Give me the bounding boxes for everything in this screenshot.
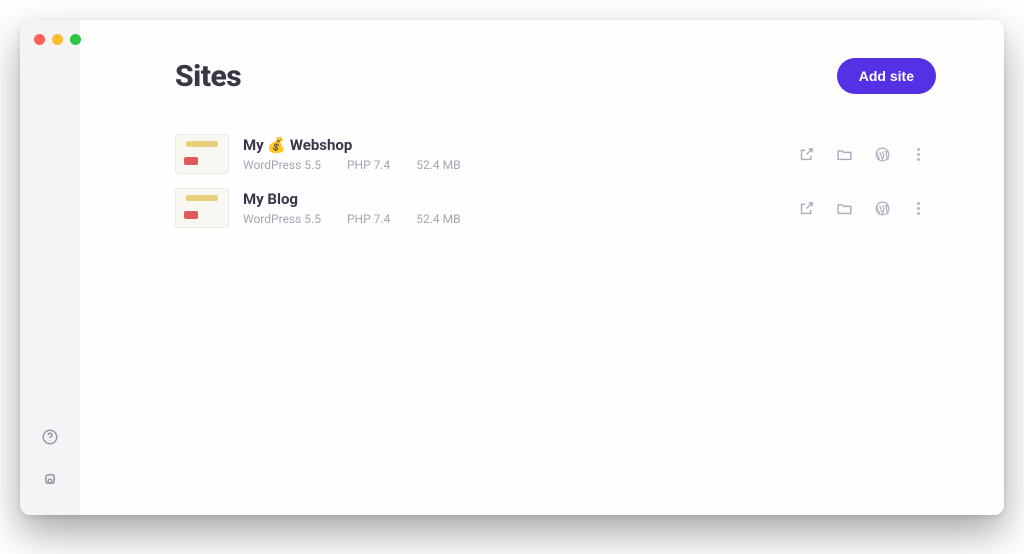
site-wordpress-version: WordPress 5.5 — [243, 158, 321, 172]
site-thumbnail — [175, 134, 229, 174]
site-php-version: PHP 7.4 — [347, 158, 390, 172]
site-actions — [797, 145, 926, 163]
close-window-button[interactable] — [34, 34, 45, 45]
add-site-button[interactable]: Add site — [837, 58, 936, 94]
app-window: Sites Add site My 💰 Webshop WordPress 5.… — [20, 20, 1004, 515]
folder-icon[interactable] — [835, 145, 853, 163]
site-php-version: PHP 7.4 — [347, 212, 390, 226]
open-external-icon[interactable] — [797, 199, 815, 217]
maximize-window-button[interactable] — [70, 34, 81, 45]
site-info: My 💰 Webshop WordPress 5.5 PHP 7.4 52.4 … — [243, 136, 783, 172]
site-actions — [797, 199, 926, 217]
open-external-icon[interactable] — [797, 145, 815, 163]
site-list: My 💰 Webshop WordPress 5.5 PHP 7.4 52.4 … — [175, 134, 936, 228]
site-thumbnail — [175, 188, 229, 228]
wordpress-icon[interactable] — [873, 145, 891, 163]
site-row[interactable]: My Blog WordPress 5.5 PHP 7.4 52.4 MB — [175, 188, 936, 228]
site-meta: WordPress 5.5 PHP 7.4 52.4 MB — [243, 212, 783, 226]
main-content: Sites Add site My 💰 Webshop WordPress 5.… — [80, 20, 1004, 515]
page-title: Sites — [175, 59, 241, 94]
site-wordpress-version: WordPress 5.5 — [243, 212, 321, 226]
folder-icon[interactable] — [835, 199, 853, 217]
site-size: 52.4 MB — [416, 158, 460, 172]
site-row[interactable]: My 💰 Webshop WordPress 5.5 PHP 7.4 52.4 … — [175, 134, 936, 174]
site-size: 52.4 MB — [416, 212, 460, 226]
more-options-icon[interactable] — [911, 202, 926, 215]
settings-icon[interactable] — [40, 471, 60, 491]
minimize-window-button[interactable] — [52, 34, 63, 45]
site-info: My Blog WordPress 5.5 PHP 7.4 52.4 MB — [243, 190, 783, 226]
window-controls — [34, 34, 81, 45]
help-icon[interactable] — [40, 427, 60, 447]
site-name: My Blog — [243, 190, 783, 208]
wordpress-icon[interactable] — [873, 199, 891, 217]
more-options-icon[interactable] — [911, 148, 926, 161]
site-name: My 💰 Webshop — [243, 136, 783, 154]
sidebar — [20, 20, 80, 515]
site-meta: WordPress 5.5 PHP 7.4 52.4 MB — [243, 158, 783, 172]
main-header: Sites Add site — [175, 58, 936, 94]
